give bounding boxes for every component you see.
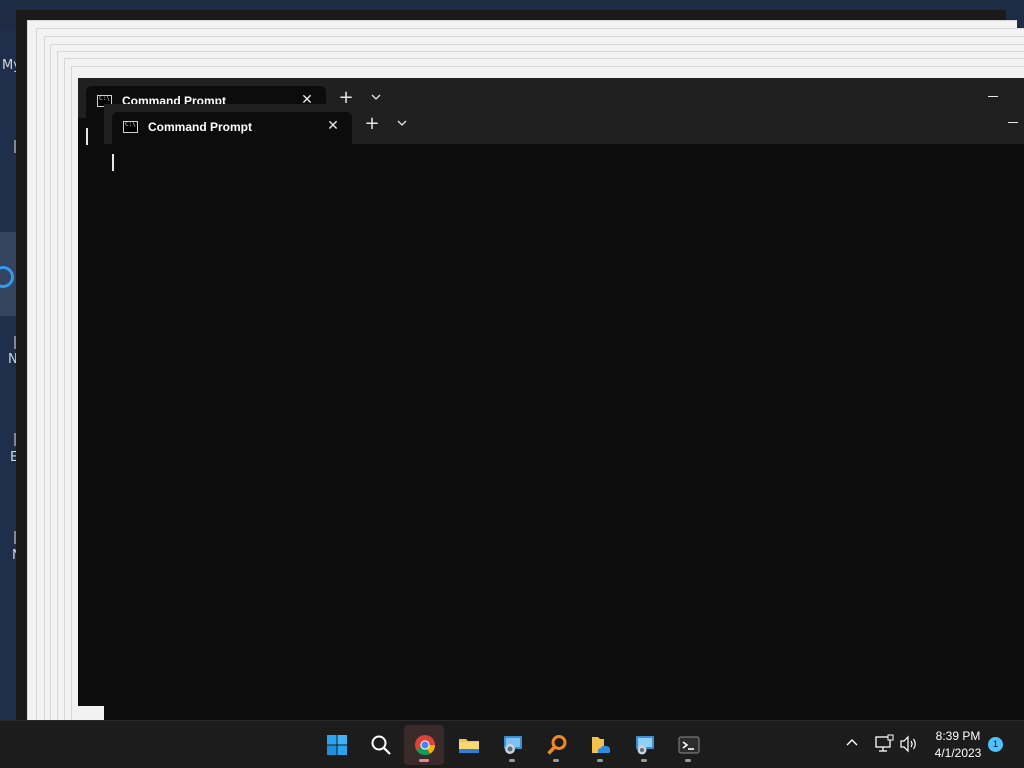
taskbar-app-remote-connection[interactable]: [624, 725, 664, 765]
running-indicator: [509, 759, 515, 762]
running-indicator: [641, 759, 647, 762]
show-hidden-icons-chevron-up-icon[interactable]: [844, 735, 860, 751]
volume-icon[interactable]: [899, 734, 919, 754]
terminal-titlebar[interactable]: Command Prompt ✕ +: [104, 104, 1024, 144]
chrome-icon: [415, 735, 436, 756]
command-prompt-icon: [123, 121, 138, 133]
new-tab-button[interactable]: +: [364, 115, 380, 133]
taskbar-app-terminal[interactable]: [668, 725, 708, 765]
clock-date[interactable]: 4/1/2023: [928, 746, 988, 760]
terminal-icon: [678, 736, 700, 754]
cloud-folder-icon: [592, 737, 611, 753]
minimize-button[interactable]: [1002, 112, 1022, 128]
running-indicator: [419, 759, 429, 762]
tab-dropdown-chevron-down-icon[interactable]: [395, 116, 409, 130]
clock-time[interactable]: 8:39 PM: [928, 729, 988, 743]
search-icon: [371, 735, 391, 755]
tab-close-icon[interactable]: ✕: [325, 117, 341, 135]
remote-desktop-icon: [504, 736, 522, 754]
network-icon[interactable]: [874, 734, 894, 754]
taskbar-app-remote-desktop[interactable]: [492, 725, 532, 765]
running-indicator: [685, 759, 691, 762]
terminal-cursor[interactable]: [112, 154, 114, 171]
terminal-window-front[interactable]: Command Prompt ✕ +: [104, 104, 1024, 720]
start-button[interactable]: [316, 725, 356, 765]
tab-dropdown-chevron-down-icon[interactable]: [369, 90, 383, 104]
windows-start-icon: [327, 735, 347, 755]
taskbar-app-cloud-folder[interactable]: [580, 725, 620, 765]
notification-badge[interactable]: 1: [988, 737, 1003, 752]
running-indicator: [553, 759, 559, 762]
minimize-button[interactable]: [982, 86, 1002, 102]
terminal-tab[interactable]: Command Prompt ✕: [112, 112, 352, 144]
taskbar-app-file-explorer[interactable]: [448, 725, 488, 765]
taskbar: 8:39 PM 4/1/2023 1: [0, 720, 1024, 768]
tab-title: Command Prompt: [148, 120, 253, 134]
magnifier-app-icon: [547, 735, 567, 755]
taskbar-app-search-tool[interactable]: [536, 725, 576, 765]
remote-connection-icon: [636, 736, 654, 755]
taskbar-app-chrome[interactable]: [404, 725, 444, 765]
folder-icon: [459, 739, 479, 753]
search-button[interactable]: [360, 725, 400, 765]
running-indicator: [597, 759, 603, 762]
terminal-cursor: [86, 128, 88, 145]
